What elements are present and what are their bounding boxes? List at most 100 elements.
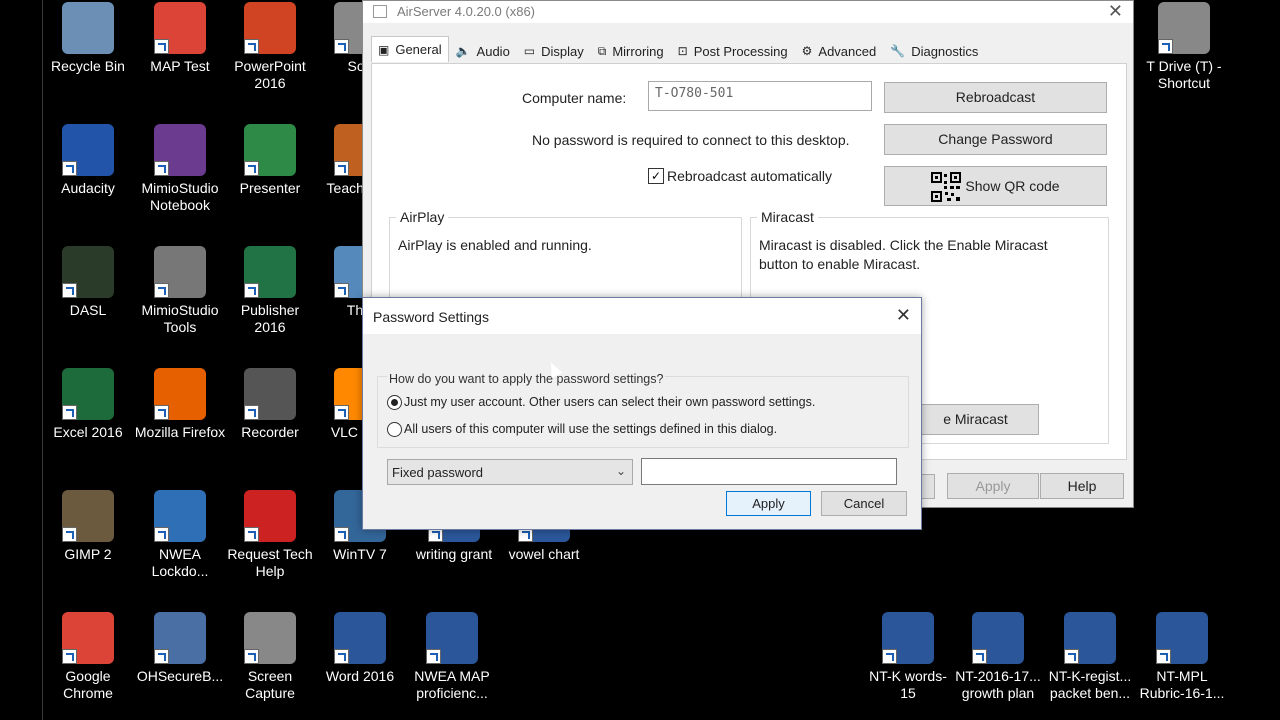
desktop-icon[interactable]: MimioStudio Tools xyxy=(134,246,226,336)
enable-miracast-button[interactable]: e Miracast xyxy=(912,404,1039,435)
shortcut-arrow-icon xyxy=(244,649,259,664)
desktop-icon[interactable]: T Drive (T) - Shortcut xyxy=(1138,2,1230,92)
close-icon[interactable]: ✕ xyxy=(896,305,911,326)
password-input[interactable] xyxy=(641,458,897,485)
desktop-icon[interactable]: MimioStudio Notebook xyxy=(134,124,226,214)
desktop-icon[interactable]: NWEA Lockdo... xyxy=(134,490,226,580)
password-settings-dialog: Password Settings ✕ How do you want to a… xyxy=(362,297,922,530)
app-icon xyxy=(154,246,206,298)
desktop-icon[interactable]: Publisher 2016 xyxy=(224,246,316,336)
desktop-icon[interactable]: Google Chrome xyxy=(42,612,134,702)
rebroadcast-auto-checkbox[interactable]: ✓ xyxy=(648,168,664,184)
tab-display[interactable]: ▭ Display xyxy=(517,39,591,63)
shortcut-arrow-icon xyxy=(62,405,77,420)
rebroadcast-button[interactable]: Rebroadcast xyxy=(884,82,1107,113)
desktop-icon[interactable]: Audacity xyxy=(42,124,134,197)
desktop-icon[interactable]: Recycle Bin xyxy=(42,2,134,75)
desktop-icon[interactable]: NT-MPL Rubric-16-1... xyxy=(1136,612,1228,702)
tab-mirroring[interactable]: ⧉ Mirroring xyxy=(591,39,671,63)
desktop-icon[interactable]: Screen Capture xyxy=(224,612,316,702)
desktop-icon-label: Audacity xyxy=(61,180,115,196)
airplay-status-text: AirPlay is enabled and running. xyxy=(398,237,592,253)
app-icon xyxy=(972,612,1024,664)
app-icon xyxy=(62,612,114,664)
shortcut-arrow-icon xyxy=(244,527,259,542)
desktop-icon[interactable]: Word 2016 xyxy=(314,612,406,685)
password-type-select[interactable]: Fixed password ⌄ xyxy=(387,459,633,485)
desktop-icon[interactable]: PowerPoint 2016 xyxy=(224,2,316,92)
tab-label: Audio xyxy=(476,43,510,59)
app-icon xyxy=(154,490,206,542)
desktop-icon[interactable]: NT-K-regist... packet ben... xyxy=(1044,612,1136,702)
radio-all-users-label[interactable]: All users of this computer will use the … xyxy=(404,422,777,436)
shortcut-arrow-icon xyxy=(244,161,259,176)
desktop-icon[interactable]: MAP Test xyxy=(134,2,226,75)
desktop-edge xyxy=(0,0,43,720)
computer-name-field[interactable]: T-O780-501 xyxy=(648,81,872,111)
desktop-icon[interactable]: NT-K words-15 xyxy=(862,612,954,702)
app-icon xyxy=(1158,2,1210,54)
close-icon[interactable]: ✕ xyxy=(1108,1,1123,22)
shortcut-arrow-icon xyxy=(154,161,169,176)
shortcut-arrow-icon xyxy=(1064,649,1079,664)
qr-button-label: Show QR code xyxy=(965,178,1060,194)
app-icon xyxy=(62,124,114,176)
desktop-icon-label: Screen Capture xyxy=(245,668,295,701)
desktop-icon[interactable]: OHSecureB... xyxy=(134,612,226,685)
desktop-icon-label: NWEA MAP proficienc... xyxy=(414,668,490,701)
desktop-icon-label: OHSecureB... xyxy=(136,668,224,684)
mirroring-icon: ⧉ xyxy=(597,43,607,58)
desktop-icon-label: writing grant xyxy=(415,546,493,562)
desktop-icon[interactable]: GIMP 2 xyxy=(42,490,134,563)
tab-general[interactable]: ▣ General xyxy=(371,36,449,62)
tab-audio[interactable]: 🔈 Audio xyxy=(449,39,517,63)
help-button[interactable]: Help xyxy=(1040,473,1124,499)
tab-post-processing[interactable]: ⊡ Post Processing xyxy=(671,39,795,63)
shortcut-arrow-icon xyxy=(334,405,349,420)
show-qr-code-button[interactable]: Show QR code xyxy=(884,166,1107,206)
rebroadcast-auto-label[interactable]: Rebroadcast automatically xyxy=(667,168,832,184)
tab-diagnostics[interactable]: 🔧 Diagnostics xyxy=(883,39,985,63)
qr-code-icon xyxy=(931,172,962,203)
shortcut-arrow-icon xyxy=(154,527,169,542)
tab-advanced[interactable]: ⚙ Advanced xyxy=(795,39,884,63)
app-icon xyxy=(426,612,478,664)
tab-label: General xyxy=(395,42,442,57)
tab-label: Mirroring xyxy=(612,43,664,59)
desktop-icon-label: PowerPoint 2016 xyxy=(234,58,306,91)
shortcut-arrow-icon xyxy=(62,283,77,298)
dialog-titlebar[interactable]: Password Settings ✕ xyxy=(363,298,921,334)
radio-just-my-account-label[interactable]: Just my user account. Other users can se… xyxy=(404,395,815,409)
apply-scope-question: How do you want to apply the password se… xyxy=(387,372,666,386)
shortcut-arrow-icon xyxy=(154,39,169,54)
desktop-icon-label: NT-K-regist... packet ben... xyxy=(1048,668,1132,701)
desktop-icon[interactable]: Presenter xyxy=(224,124,316,197)
desktop-icon-label: Publisher 2016 xyxy=(240,302,300,335)
desktop-icon-label: WinTV 7 xyxy=(333,546,387,562)
app-icon xyxy=(62,246,114,298)
window-title: AirServer 4.0.20.0 (x86) xyxy=(397,4,536,19)
desktop-icon-label: Excel 2016 xyxy=(53,424,123,440)
desktop-icon-label: NT-K words-15 xyxy=(869,668,947,701)
desktop-icon[interactable]: Request Tech Help xyxy=(224,490,316,580)
desktop-icon[interactable]: DASL xyxy=(42,246,134,319)
app-icon xyxy=(244,124,296,176)
shortcut-arrow-icon xyxy=(426,649,441,664)
change-password-button[interactable]: Change Password xyxy=(884,124,1107,155)
desktop-icon[interactable]: Recorder xyxy=(224,368,316,441)
dialog-cancel-button[interactable]: Cancel xyxy=(821,491,907,516)
desktop-icon[interactable]: NT-2016-17... growth plan xyxy=(952,612,1044,702)
radio-just-my-account[interactable] xyxy=(387,395,402,410)
password-type-value: Fixed password xyxy=(392,465,484,480)
shortcut-arrow-icon xyxy=(972,649,987,664)
airserver-titlebar[interactable]: AirServer 4.0.20.0 (x86) ✕ xyxy=(363,1,1133,23)
radio-all-users[interactable] xyxy=(387,422,402,437)
dialog-apply-button[interactable]: Apply xyxy=(726,491,811,516)
desktop-icon[interactable]: Mozilla Firefox xyxy=(134,368,226,441)
miracast-status-text: Miracast is disabled. Click the Enable M… xyxy=(759,236,1048,274)
desktop-icon[interactable]: Excel 2016 xyxy=(42,368,134,441)
desktop-icon[interactable]: NWEA MAP proficienc... xyxy=(406,612,498,702)
app-icon xyxy=(1064,612,1116,664)
general-tab-icon: ▣ xyxy=(378,42,390,57)
apply-button[interactable]: Apply xyxy=(947,473,1039,499)
